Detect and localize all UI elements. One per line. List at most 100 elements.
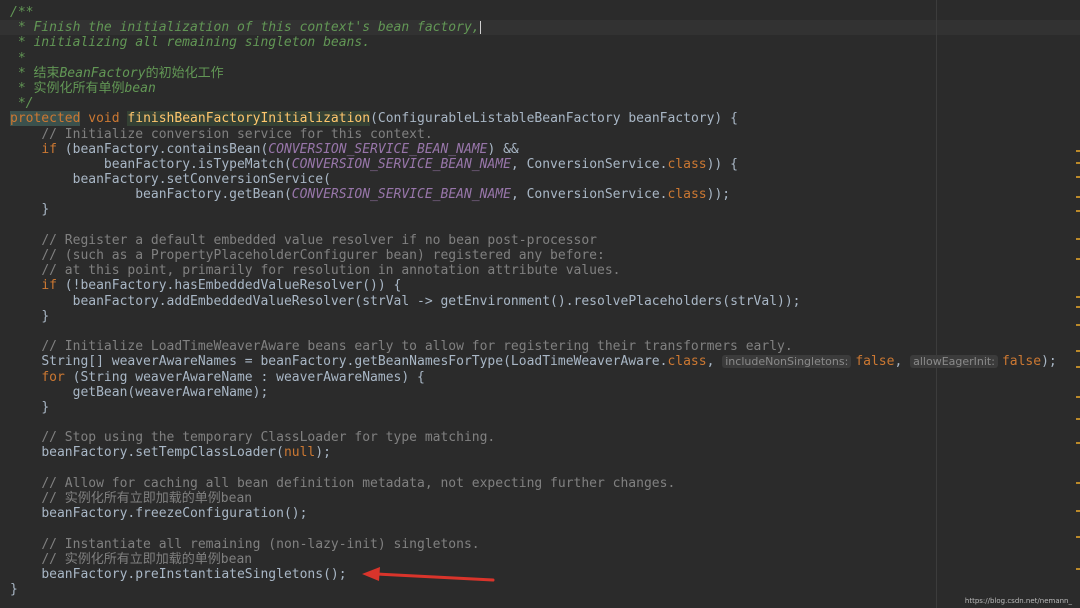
stripe-marker[interactable] — [1076, 196, 1080, 198]
error-stripe[interactable] — [1074, 0, 1080, 608]
code-line: // Instantiate all remaining (non-lazy-i… — [10, 537, 1080, 552]
static-field: CONVERSION_SERVICE_BEAN_NAME — [291, 187, 511, 203]
comment: // (such as a PropertyPlaceholderConfigu… — [41, 248, 605, 263]
code-area[interactable]: /** * Finish the initialization of this … — [10, 5, 1080, 597]
keyword: false — [1001, 354, 1042, 370]
stripe-marker[interactable] — [1076, 568, 1080, 570]
keyword: class — [667, 156, 707, 172]
keyword: if — [41, 278, 57, 294]
code-text: )); — [706, 187, 731, 203]
stripe-marker[interactable] — [1076, 162, 1080, 164]
doc-comment: * — [10, 50, 26, 66]
stripe-marker[interactable] — [1076, 536, 1080, 538]
code-text: } — [41, 399, 50, 415]
parameter-hint: allowEagerInit: — [910, 355, 998, 369]
code-line: * initializing all remaining singleton b… — [10, 35, 1080, 50]
comment: // Allow for caching all bean definition… — [41, 475, 676, 491]
code-editor[interactable]: /** * Finish the initialization of this … — [0, 0, 1080, 608]
doc-comment: bean — [124, 80, 156, 96]
code-text: , ConversionService. — [510, 187, 668, 203]
code-line-method-signature: protected void finishBeanFactoryInitiali… — [10, 111, 1080, 127]
comment: // Instantiate all remaining (non-lazy-i… — [41, 536, 480, 552]
code-line: // Register a default embedded value res… — [10, 233, 1080, 248]
doc-comment: /** — [10, 5, 34, 20]
stripe-marker[interactable] — [1076, 238, 1080, 240]
code-text: beanFactory.setTempClassLoader( — [41, 445, 284, 461]
static-field: CONVERSION_SERVICE_BEAN_NAME — [268, 141, 488, 157]
keyword: void — [88, 111, 120, 127]
code-text: String[] weaverAwareNames = beanFactory.… — [41, 354, 668, 370]
code-text: ) && — [487, 141, 519, 157]
keyword: for — [41, 369, 65, 385]
code-line: beanFactory.freezeConfiguration(); — [10, 506, 1080, 521]
code-line: // 实例化所有立即加载的单例bean — [10, 552, 1080, 567]
code-text: , ConversionService. — [510, 156, 668, 172]
stripe-marker[interactable] — [1076, 366, 1080, 368]
code-line: // Initialize LoadTimeWeaverAware beans … — [10, 339, 1080, 354]
code-line: // (such as a PropertyPlaceholderConfigu… — [10, 248, 1080, 263]
comment: // Initialize LoadTimeWeaverAware beans … — [41, 339, 793, 355]
red-arrow-annotation — [362, 567, 495, 582]
code-text: } — [41, 202, 50, 218]
code-text: ); — [315, 445, 331, 461]
code-line: // Initialize conversion service for thi… — [10, 127, 1080, 142]
code-text: (String weaverAwareName : weaverAwareNam… — [64, 369, 425, 385]
stripe-marker[interactable] — [1076, 150, 1080, 152]
stripe-marker[interactable] — [1076, 306, 1080, 308]
code-text: beanFactory.freezeConfiguration(); — [41, 506, 308, 522]
parameter-hint: includeNonSingletons: — [722, 355, 852, 369]
keyword: class — [667, 354, 707, 370]
text-caret — [479, 21, 481, 35]
code-line: * 结束BeanFactory的初始化工作 — [10, 66, 1080, 81]
stripe-marker[interactable] — [1076, 176, 1080, 178]
doc-comment: BeanFactory — [59, 65, 146, 81]
code-line: * Finish the initialization of this cont… — [10, 20, 1080, 35]
stripe-marker[interactable] — [1076, 418, 1080, 420]
code-line: // at this point, primarily for resoluti… — [10, 263, 1080, 278]
stripe-marker[interactable] — [1076, 396, 1080, 398]
doc-comment: * Finish the initialization of this cont… — [10, 20, 480, 36]
code-line: for (String weaverAwareName : weaverAwar… — [10, 370, 1080, 385]
keyword: protected — [10, 111, 81, 127]
method-name: finishBeanFactoryInitialization — [127, 111, 371, 127]
code-text: beanFactory.isTypeMatch( — [103, 156, 292, 172]
code-line: } — [10, 202, 1080, 217]
stripe-marker[interactable] — [1076, 482, 1080, 484]
watermark: https://blog.csdn.net/nemann_ — [964, 597, 1072, 605]
code-text: , — [706, 354, 723, 370]
code-line: // Allow for caching all bean definition… — [10, 476, 1080, 491]
keyword: null — [283, 445, 316, 461]
stripe-marker[interactable] — [1076, 210, 1080, 212]
code-line: beanFactory.isTypeMatch(CONVERSION_SERVI… — [10, 157, 1080, 172]
comment: // 实例化所有立即加载的单例bean — [41, 491, 253, 506]
code-line: * — [10, 51, 1080, 66]
stripe-marker[interactable] — [1076, 350, 1080, 352]
code-line: * 实例化所有单例bean — [10, 81, 1080, 96]
keyword: false — [855, 354, 895, 370]
code-text: )) { — [706, 156, 738, 172]
code-line: } — [10, 309, 1080, 324]
stripe-marker[interactable] — [1076, 324, 1080, 326]
code-line: } — [10, 582, 1080, 597]
stripe-marker[interactable] — [1076, 510, 1080, 512]
code-text: beanFactory.setConversionService( — [72, 172, 331, 188]
code-line: // Stop using the temporary ClassLoader … — [10, 430, 1080, 445]
code-text: beanFactory.addEmbeddedValueResolver(str… — [72, 293, 801, 309]
comment: // Stop using the temporary ClassLoader … — [41, 430, 496, 446]
stripe-marker[interactable] — [1076, 296, 1080, 298]
doc-comment: * 结束 — [10, 65, 60, 81]
stripe-marker[interactable] — [1076, 258, 1080, 260]
comment: // Register a default embedded value res… — [41, 232, 598, 248]
code-text: getBean(weaverAwareName); — [72, 384, 269, 400]
doc-comment: */ — [10, 96, 34, 112]
comment: // 实例化所有立即加载的单例bean — [41, 551, 253, 567]
stripe-marker[interactable] — [1076, 442, 1080, 444]
code-line: beanFactory.setTempClassLoader(null); — [10, 445, 1080, 460]
static-field: CONVERSION_SERVICE_BEAN_NAME — [291, 156, 511, 172]
code-line-pre-instantiate: beanFactory.preInstantiateSingletons(); — [10, 567, 1080, 582]
code-line: */ — [10, 96, 1080, 111]
code-text: beanFactory.preInstantiateSingletons(); — [41, 566, 347, 582]
